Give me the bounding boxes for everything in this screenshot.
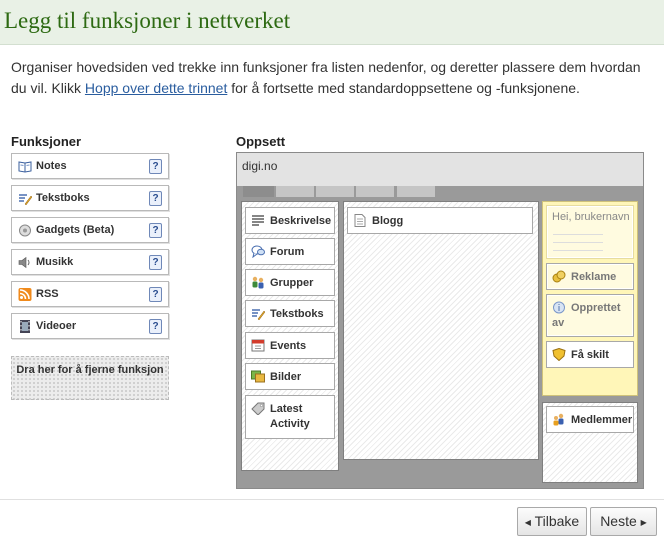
widget-label: Opprettet av xyxy=(552,302,621,329)
widget-label: Beskrivelse xyxy=(270,215,332,227)
feature-label: Gadgets (Beta) xyxy=(36,224,115,236)
calendar-icon xyxy=(251,339,265,352)
skip-step-link[interactable]: Hopp over dette trinnet xyxy=(85,80,227,96)
feature-gadgets[interactable]: Gadgets (Beta) ? xyxy=(11,217,169,243)
widget-blogg[interactable]: Blogg xyxy=(347,207,533,234)
text-pencil-icon xyxy=(252,309,265,320)
widget-label: Forum xyxy=(270,246,305,258)
intro-text-part2: for å fortsette med standardoppsettene o… xyxy=(227,80,580,96)
feature-label: Tekstboks xyxy=(36,192,90,204)
ad-icon xyxy=(552,270,566,283)
layout-center-column[interactable]: Blogg xyxy=(343,201,539,460)
gadget-icon xyxy=(19,224,31,237)
layout-tab[interactable] xyxy=(397,186,435,197)
widget-reklame[interactable]: Reklame xyxy=(546,263,634,290)
badge-icon xyxy=(552,348,566,361)
back-button[interactable]: ◀ Tilbake xyxy=(517,507,587,536)
feature-label: Musikk xyxy=(36,256,74,268)
back-button-label: Tilbake xyxy=(534,513,580,529)
film-icon xyxy=(20,320,30,333)
widget-fa-skilt[interactable]: Få skilt xyxy=(546,341,634,368)
footer-divider xyxy=(0,499,664,500)
layout-tab[interactable] xyxy=(316,186,354,197)
intro-text: Organiser hovedsiden ved trekke inn funk… xyxy=(11,57,651,99)
feature-label: RSS xyxy=(36,288,59,300)
feature-notes[interactable]: Notes ? xyxy=(11,153,169,179)
page-icon xyxy=(354,214,366,227)
remove-feature-dropzone[interactable]: Dra her for å fjerne funksjon xyxy=(11,356,169,400)
layout-titlebar: digi.no xyxy=(237,153,643,186)
feature-videoer[interactable]: Videoer ? xyxy=(11,313,169,339)
widget-label: Medlemmer xyxy=(571,414,633,426)
widget-greeting[interactable]: Hei, brukernavn xyxy=(546,205,634,259)
layout-tab[interactable] xyxy=(243,186,274,197)
features-heading: Funksjoner xyxy=(11,134,82,149)
layout-tab[interactable] xyxy=(356,186,394,197)
chevron-left-icon: ◀ xyxy=(524,518,531,527)
book-icon xyxy=(18,161,32,173)
group-icon xyxy=(252,276,264,289)
feature-label: Videoer xyxy=(36,320,77,332)
feature-rss[interactable]: RSS ? xyxy=(11,281,169,307)
widget-forum[interactable]: Forum xyxy=(245,238,335,265)
widget-label: Latest Activity xyxy=(270,403,310,430)
greeting-text: Hei, brukernavn xyxy=(552,211,630,223)
tag-icon xyxy=(251,402,265,415)
photos-icon xyxy=(251,370,265,383)
speech-icon xyxy=(251,245,265,258)
chevron-right-icon: ▶ xyxy=(640,518,647,527)
help-icon[interactable]: ? xyxy=(149,191,162,206)
widget-label: Få skilt xyxy=(571,349,609,361)
layout-editor: digi.no Beskrivelse Forum Grupper Tekstb… xyxy=(236,152,644,489)
layout-right-lower-column[interactable]: Medlemmer xyxy=(542,402,638,483)
widget-label: Blogg xyxy=(372,215,404,227)
widget-grupper[interactable]: Grupper xyxy=(245,269,335,296)
widget-beskrivelse[interactable]: Beskrivelse xyxy=(245,207,335,234)
help-icon[interactable]: ? xyxy=(149,223,162,238)
help-icon[interactable]: ? xyxy=(149,287,162,302)
next-button-label: Neste xyxy=(600,513,637,529)
layout-right-column[interactable]: Hei, brukernavn Reklame i Opprettet av F… xyxy=(542,201,638,396)
placeholder-lines xyxy=(553,229,603,255)
speaker-icon xyxy=(18,256,30,269)
help-icon[interactable]: ? xyxy=(149,255,162,270)
help-icon[interactable]: ? xyxy=(149,319,162,334)
page-header: Legg til funksjoner i nettverket xyxy=(0,0,664,45)
site-name: digi.no xyxy=(242,159,278,173)
lines-icon xyxy=(252,215,264,226)
next-button[interactable]: Neste ▶ xyxy=(590,507,657,536)
layout-tab[interactable] xyxy=(276,186,314,197)
widget-latest-activity[interactable]: Latest Activity xyxy=(245,395,335,439)
widget-opprettet-av[interactable]: i Opprettet av xyxy=(546,294,634,337)
widget-label: Bilder xyxy=(270,371,302,383)
layout-left-column[interactable]: Beskrivelse Forum Grupper Tekstboks Even… xyxy=(241,201,339,471)
page-title: Legg til funksjoner i nettverket xyxy=(4,8,291,33)
widget-tekstboks[interactable]: Tekstboks xyxy=(245,300,335,327)
members-icon xyxy=(553,413,564,426)
feature-tekstboks[interactable]: Tekstboks ? xyxy=(11,185,169,211)
widget-events[interactable]: Events xyxy=(245,332,335,359)
rss-icon xyxy=(18,288,32,301)
widget-label: Events xyxy=(270,340,307,352)
widget-bilder[interactable]: Bilder xyxy=(245,363,335,390)
widget-label: Grupper xyxy=(270,277,314,289)
widget-medlemmer[interactable]: Medlemmer xyxy=(546,406,634,433)
feature-musikk[interactable]: Musikk ? xyxy=(11,249,169,275)
help-icon[interactable]: ? xyxy=(149,159,162,174)
layout-heading: Oppsett xyxy=(236,134,286,149)
text-pencil-icon xyxy=(19,194,32,205)
feature-label: Notes xyxy=(36,160,67,172)
widget-label: Reklame xyxy=(571,271,617,283)
widget-label: Tekstboks xyxy=(270,308,324,320)
